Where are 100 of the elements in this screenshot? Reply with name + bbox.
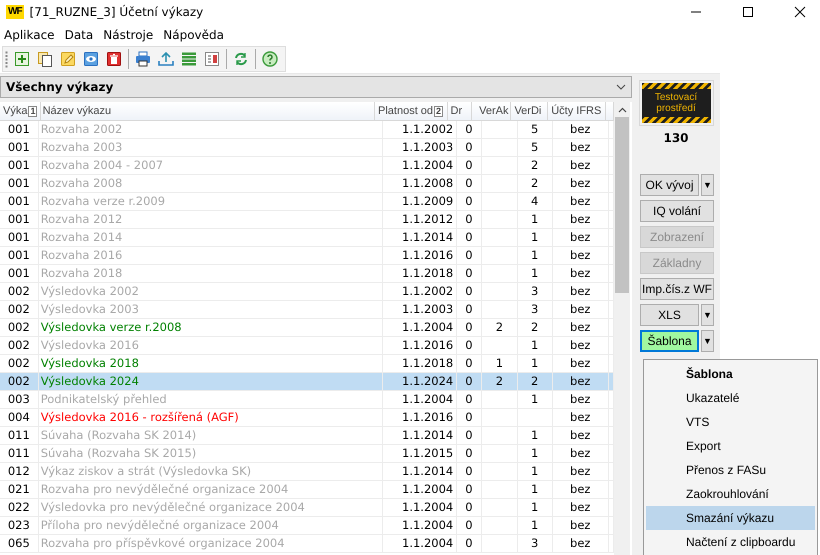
table-cell: 1.1.2002 — [382, 283, 458, 300]
upload-icon[interactable] — [157, 50, 175, 68]
table-row[interactable]: 001 Rozvaha 2003 1.1.2003 0 5 bez — [0, 139, 614, 157]
scrollbar-thumb[interactable] — [615, 117, 629, 293]
table-cell: 0 — [457, 337, 482, 354]
chevron-down-icon[interactable] — [616, 84, 626, 90]
table-row[interactable]: 023 Příloha pro nevýdělečné organizace 2004 1.1.2004 0 1 bez — [0, 517, 614, 535]
table-cell: 1.1.2004 — [382, 517, 458, 534]
table-cell: bez — [552, 517, 610, 534]
table-row[interactable]: 004 Výsledovka 2016 - rozšířená (AGF) 1.1.2016 0 bez — [0, 409, 614, 427]
document-icon[interactable] — [203, 50, 221, 68]
sort-order-badge: 1 — [28, 106, 38, 116]
table-cell: 021 — [0, 481, 39, 498]
table-row[interactable]: 001 Rozvaha 2002 1.1.2002 0 5 bez — [0, 121, 614, 139]
menu-item[interactable]: Načtení z clipboardu — [646, 530, 815, 554]
table-cell: 003 — [0, 391, 39, 408]
dropdown-button[interactable]: ▼ — [701, 304, 714, 326]
table-cell: 001 — [0, 175, 39, 192]
table-cell: bez — [552, 481, 610, 498]
maximize-icon[interactable] — [742, 6, 754, 18]
menu-item[interactable]: Nástroje — [103, 28, 160, 42]
action-button[interactable]: OK vývoj — [640, 174, 699, 196]
menu-item[interactable]: Export — [646, 434, 815, 458]
table-row[interactable]: 065 Rozvaha pro příspěvkové organizace 2004 1.1.2004 0 3 bez — [0, 535, 614, 553]
table-cell: bez — [552, 337, 610, 354]
table-cell: 001 — [0, 121, 39, 138]
column-header[interactable]: Název výkazu — [40, 102, 375, 120]
table-cell: 002 — [0, 319, 39, 336]
table-row[interactable]: 001 Rozvaha 2016 1.1.2016 0 1 bez — [0, 247, 614, 265]
table-cell: 1.1.2014 — [382, 229, 458, 246]
table-row[interactable]: 001 Rozvaha 2012 1.1.2012 0 1 bez — [0, 211, 614, 229]
table-row[interactable]: 001 Rozvaha 2004 - 2007 1.1.2004 0 2 bez — [0, 157, 614, 175]
menu-item[interactable]: Smazání výkazu — [646, 506, 815, 530]
column-header[interactable]: Platnost od 2 — [375, 102, 448, 120]
help-icon[interactable] — [261, 50, 279, 68]
table-row[interactable]: 021 Rozvaha pro nevýdělečné organizace 2004 1.1.2004 0 1 bez — [0, 481, 614, 499]
table-row[interactable]: 002 Výsledovka verze r.2008 1.1.2004 0 2 2 bez — [0, 319, 614, 337]
menu-item[interactable]: Ukazatelé — [646, 386, 815, 410]
group-header[interactable]: Všechny výkazy — [0, 76, 632, 98]
menu-item[interactable]: Aplikace — [4, 28, 61, 42]
table-row[interactable]: 002 Výsledovka 2024 1.1.2024 0 2 2 bez — [0, 373, 614, 391]
table-row[interactable]: 002 Výsledovka 2003 1.1.2003 0 3 bez — [0, 301, 614, 319]
table-cell: 004 — [0, 409, 39, 426]
environment-badge: Testovací prostředí — [642, 83, 710, 123]
action-button[interactable]: IQ volání — [640, 200, 714, 222]
action-button[interactable]: Imp.čís.z WF — [640, 278, 714, 300]
table-row[interactable]: 012 Výkaz ziskov a strát (Výsledovka SK) 1.1.2014 0 1 bez — [0, 463, 614, 481]
table-row[interactable]: 022 Výsledovka pro nevýdělečné organizace 2004 1.1.2004 0 1 bez — [0, 499, 614, 517]
table-row[interactable]: 001 Rozvaha 2008 1.1.2008 0 2 bez — [0, 175, 614, 193]
table-row[interactable]: 011 Súvaha (Rozvaha SK 2014) 1.1.2014 0 1 bez — [0, 427, 614, 445]
table-cell: bez — [552, 193, 610, 210]
close-icon[interactable] — [794, 6, 806, 18]
table-cell: Výsledovka 2016 - rozšířená (AGF) — [40, 410, 239, 424]
add-icon[interactable] — [13, 50, 31, 68]
table-cell: 2 — [496, 374, 504, 388]
vertical-scrollbar[interactable] — [614, 102, 630, 555]
menu-item[interactable]: Šablona — [646, 362, 815, 386]
dropdown-button[interactable]: ▼ — [701, 174, 714, 196]
table-cell: 1.1.2009 — [382, 193, 458, 210]
table-cell: Podnikatelský přehled — [40, 392, 167, 406]
table-cell: bez — [552, 391, 610, 408]
table-cell: Rozvaha 2002 — [40, 122, 122, 136]
column-header[interactable]: Účty IFRS — [548, 102, 606, 120]
table-cell: bez — [552, 283, 610, 300]
table-row[interactable]: 001 Rozvaha 2014 1.1.2014 0 1 bez — [0, 229, 614, 247]
table-row[interactable]: 001 Rozvaha 2018 1.1.2018 0 1 bez — [0, 265, 614, 283]
pencil-icon[interactable] — [59, 50, 77, 68]
table-row[interactable]: 001 Rozvaha verze r.2009 1.1.2009 0 4 bez — [0, 193, 614, 211]
menu-item[interactable]: Přenos z FASu — [646, 458, 815, 482]
column-header[interactable]: VerDi — [511, 102, 548, 120]
table-row[interactable]: 011 Súvaha (Rozvaha SK 2015) 1.1.2015 0 1 bez — [0, 445, 614, 463]
refresh-icon[interactable] — [232, 50, 250, 68]
menu-item[interactable]: VTS — [646, 410, 815, 434]
menu-item[interactable]: Data — [64, 28, 100, 42]
table-cell: 3 — [530, 302, 538, 316]
column-header[interactable]: Výka 1 — [0, 102, 41, 120]
table-row[interactable]: 002 Výsledovka 2002 1.1.2002 0 3 bez — [0, 283, 614, 301]
table-cell: 0 — [457, 139, 482, 156]
scroll-up-icon[interactable] — [618, 107, 626, 113]
menu-item[interactable]: Nápověda — [163, 28, 230, 42]
action-button[interactable]: Šablona — [640, 330, 699, 352]
printer-icon[interactable] — [134, 50, 152, 68]
table-row[interactable]: 003 Podnikatelský přehled 1.1.2004 0 1 bez — [0, 391, 614, 409]
sort-order-badge: 2 — [434, 106, 444, 116]
dropdown-button[interactable]: ▼ — [701, 330, 714, 352]
table-cell: 0 — [457, 157, 482, 174]
column-header[interactable]: Dr — [448, 102, 472, 120]
table-cell: 0 — [457, 247, 482, 264]
trash-icon[interactable] — [105, 50, 123, 68]
menu-item[interactable]: Zaokrouhlování — [646, 482, 815, 506]
copy-icon[interactable] — [36, 50, 54, 68]
table-cell: 0 — [457, 175, 482, 192]
eye-icon[interactable] — [82, 50, 100, 68]
table-cell: 0 — [457, 445, 482, 462]
column-header[interactable]: VerAk — [472, 102, 512, 120]
table-cell: bez — [552, 463, 610, 480]
table-row[interactable]: 002 Výsledovka 2016 1.1.2016 0 1 bez — [0, 337, 614, 355]
list-icon[interactable] — [180, 50, 198, 68]
grip-icon — [5, 50, 8, 68]
action-button[interactable]: XLS — [640, 304, 699, 326]
